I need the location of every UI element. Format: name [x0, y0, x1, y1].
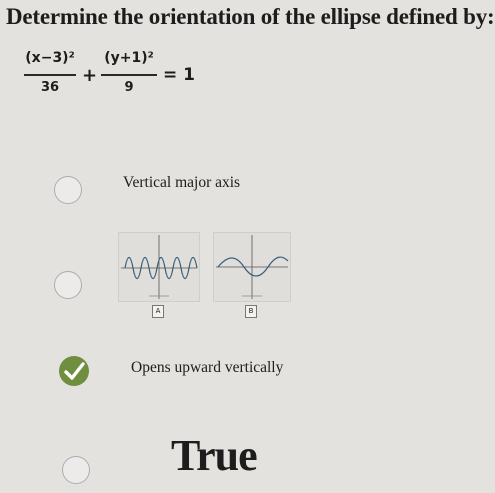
- option-3-label: Opens upward vertically: [131, 359, 284, 376]
- graph-a-image: [118, 232, 200, 302]
- graph-a-svg: [121, 235, 198, 299]
- question-text: Determine the orientation of the ellipse…: [6, 4, 495, 29]
- graph-b-image: [213, 232, 291, 302]
- option-1-radio[interactable]: [54, 176, 82, 204]
- fraction-x-denominator: 36: [40, 80, 60, 95]
- fraction-x-bar: [24, 74, 76, 76]
- option-1-label: Vertical major axis: [123, 174, 241, 191]
- fraction-y-numerator: (y+1)²: [104, 50, 154, 66]
- fraction-y-bar: [101, 74, 157, 76]
- option-3-checkmark-icon[interactable]: [59, 356, 89, 386]
- option-2-radio[interactable]: [54, 271, 82, 299]
- equals-one: = 1: [163, 65, 195, 85]
- graph-b-tag: B: [245, 305, 257, 318]
- plus-sign: +: [82, 65, 98, 86]
- fraction-x-numerator: (x−3)²: [25, 50, 75, 66]
- checkmark-icon: [64, 362, 85, 380]
- graph-b-svg: [216, 235, 289, 299]
- graph-a-tag: A: [152, 305, 164, 318]
- option-4-radio[interactable]: [62, 456, 90, 484]
- option-4-label: True: [171, 431, 258, 480]
- fraction-y-denominator: 9: [124, 80, 134, 95]
